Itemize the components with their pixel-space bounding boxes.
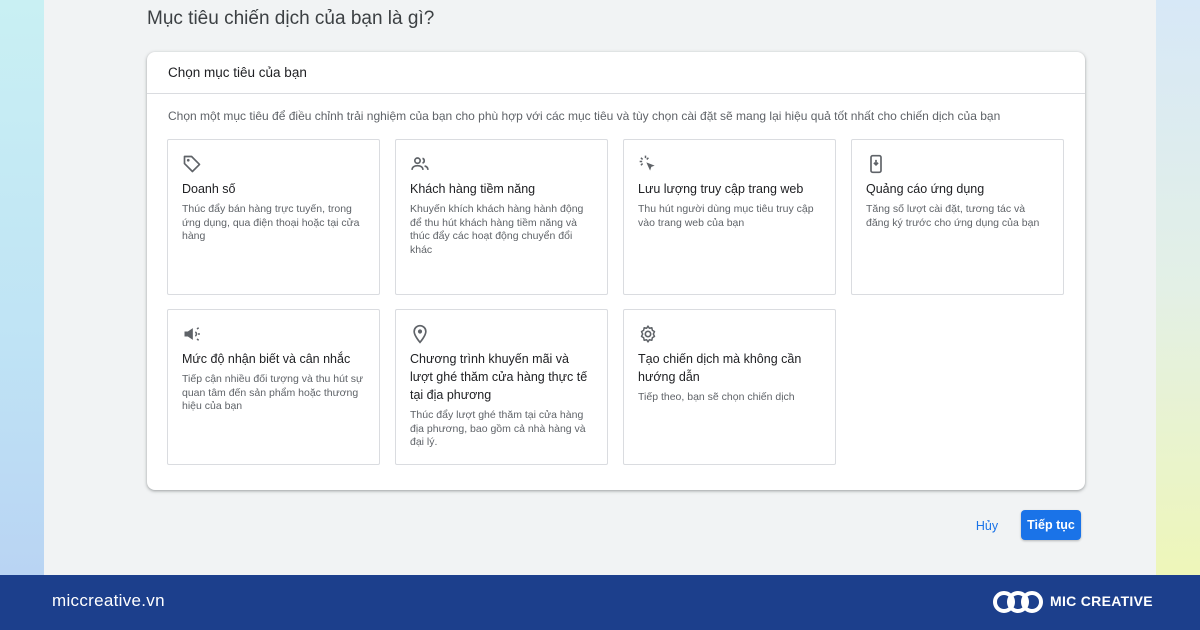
goal-card-website-traffic[interactable]: Lưu lượng truy cập trang web Thu hút ngư… — [623, 139, 836, 295]
goal-card-sales[interactable]: Doanh số Thúc đẩy bán hàng trực tuyến, t… — [167, 139, 380, 295]
goal-title: Doanh số — [182, 182, 236, 196]
goal-title: Mức độ nhận biết và cân nhắc — [182, 352, 351, 366]
megaphone-icon — [182, 324, 202, 344]
goal-title: Tạo chiến dịch mà không cần hướng dẫn — [638, 352, 802, 384]
cancel-button[interactable]: Hủy — [966, 512, 1008, 540]
goal-description: Tăng số lượt cài đặt, tương tác và đăng … — [866, 203, 1040, 229]
mic-creative-logo-icon — [993, 591, 1043, 613]
people-icon — [410, 154, 430, 174]
goal-title: Quảng cáo ứng dụng — [866, 182, 985, 196]
goal-description: Thu hút người dùng mục tiêu truy cập vào… — [638, 203, 814, 229]
goal-description: Tiếp theo, bạn sẽ chọn chiến dịch — [638, 391, 795, 403]
goal-card-leads[interactable]: Khách hàng tiềm năng Khuyến khích khách … — [395, 139, 608, 295]
goal-card-app-promotion[interactable]: Quảng cáo ứng dụng Tăng số lượt cài đặt,… — [851, 139, 1064, 295]
page-title: Mục tiêu chiến dịch của bạn là gì? — [147, 8, 435, 29]
location-pin-icon — [410, 324, 430, 344]
cursor-click-icon — [638, 154, 658, 174]
footer-website-url: miccreative.vn — [52, 591, 165, 610]
panel-description: Chọn một mục tiêu để điều chỉnh trải ngh… — [168, 109, 1001, 123]
footer-bar: miccreative.vn MIC CREATIVE — [0, 575, 1200, 630]
tag-icon — [182, 154, 202, 174]
goal-title: Lưu lượng truy cập trang web — [638, 182, 804, 196]
goal-description: Khuyến khích khách hàng hành động để thu… — [410, 203, 584, 256]
goal-card-no-guidance[interactable]: Tạo chiến dịch mà không cần hướng dẫn Ti… — [623, 309, 836, 465]
goal-description: Thúc đẩy lượt ghé thăm tại cửa hàng địa … — [410, 409, 586, 448]
brand-name: MIC CREATIVE — [1050, 593, 1153, 609]
goal-description: Tiếp cận nhiều đối tượng và thu hút sự q… — [182, 373, 364, 412]
panel-header: Chọn mục tiêu của bạn — [147, 52, 1085, 94]
left-gradient-band — [0, 0, 44, 575]
goal-title: Chương trình khuyến mãi và lượt ghé thăm… — [410, 352, 588, 402]
goal-description: Thúc đẩy bán hàng trực tuyến, trong ứng … — [182, 203, 360, 242]
continue-button[interactable]: Tiếp tục — [1021, 510, 1081, 540]
phone-download-icon — [866, 154, 886, 174]
goal-title: Khách hàng tiềm năng — [410, 182, 536, 196]
goal-selection-panel: Chọn mục tiêu của bạn Chọn một mục tiêu … — [147, 52, 1085, 490]
goal-card-local-store[interactable]: Chương trình khuyến mãi và lượt ghé thăm… — [395, 309, 608, 465]
right-gradient-band — [1156, 0, 1200, 575]
goal-card-awareness[interactable]: Mức độ nhận biết và cân nhắc Tiếp cận nh… — [167, 309, 380, 465]
gear-icon — [638, 324, 658, 344]
